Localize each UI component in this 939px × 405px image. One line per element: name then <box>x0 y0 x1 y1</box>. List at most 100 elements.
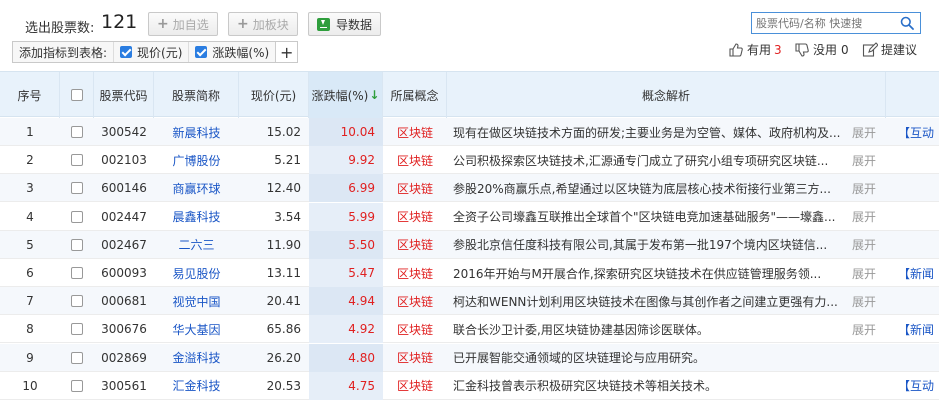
row-concept-link[interactable]: 区块链 <box>383 315 447 343</box>
table-row[interactable]: 5 002467 二六三 11.90 5.50 区块链 参股北京信任度科技有限公… <box>0 230 939 259</box>
row-select[interactable] <box>60 315 94 343</box>
row-concept-link[interactable]: 区块链 <box>383 259 447 287</box>
header-select-all[interactable] <box>60 72 94 118</box>
row-concept-link[interactable]: 区块链 <box>383 203 447 231</box>
search-icon[interactable] <box>900 16 914 30</box>
indicator-change-toggle[interactable]: 涨跌幅(%) <box>188 42 275 62</box>
row-source-tag[interactable]: 【新闻 <box>898 259 939 287</box>
header-seq[interactable]: 序号 <box>0 72 60 118</box>
row-checkbox[interactable] <box>71 210 83 223</box>
row-select[interactable] <box>60 203 94 231</box>
row-name-link[interactable]: 视觉中国 <box>154 287 239 315</box>
row-checkbox[interactable] <box>71 295 83 308</box>
table-row[interactable]: 10 300561 汇金科技 20.53 4.75 区块链 汇金科技曾表示积极研… <box>0 371 939 400</box>
result-count-value: 121 <box>101 11 138 33</box>
header-code[interactable]: 股票代码 <box>94 72 154 118</box>
row-expand-link[interactable]: 展开 <box>852 231 886 259</box>
row-source-tag[interactable]: 【互动 <box>898 372 939 400</box>
row-source-tag[interactable] <box>898 287 939 315</box>
row-checkbox[interactable] <box>71 154 83 167</box>
row-source-tag[interactable]: 【互动 <box>898 118 939 146</box>
table-row[interactable]: 8 300676 华大基因 65.86 4.92 区块链 联合长沙卫计委,用区块… <box>0 315 939 344</box>
row-concept-link[interactable]: 区块链 <box>383 146 447 174</box>
row-expand-link[interactable]: 展开 <box>852 118 886 146</box>
row-source-tag[interactable] <box>898 174 939 202</box>
row-name-link[interactable]: 新晨科技 <box>154 118 239 146</box>
add-sector-button[interactable]: + 加板块 <box>228 12 298 36</box>
row-select[interactable] <box>60 372 94 400</box>
row-expand-link[interactable]: 展开 <box>852 174 886 202</box>
row-expand-link[interactable] <box>852 372 886 400</box>
row-concept-link[interactable]: 区块链 <box>383 174 447 202</box>
row-source-tag[interactable] <box>898 146 939 174</box>
row-checkbox[interactable] <box>71 238 83 251</box>
row-name-link[interactable]: 易见股份 <box>154 259 239 287</box>
row-source-tag[interactable]: 【新闻 <box>898 315 939 343</box>
row-checkbox[interactable] <box>71 379 83 392</box>
useful-button[interactable]: 有用 3 <box>728 41 782 58</box>
row-select[interactable] <box>60 259 94 287</box>
table-row[interactable]: 7 000681 视觉中国 20.41 4.94 区块链 柯达和WENN计划利用… <box>0 287 939 316</box>
header-price[interactable]: 现价(元) <box>239 72 309 118</box>
row-name-link[interactable]: 二六三 <box>154 231 239 259</box>
table-row[interactable]: 3 600146 商赢环球 12.40 6.99 区块链 参股20%商赢乐点,希… <box>0 174 939 203</box>
row-select[interactable] <box>60 174 94 202</box>
row-price: 12.40 <box>266 181 301 196</box>
row-select[interactable] <box>60 287 94 315</box>
row-concept-link[interactable]: 区块链 <box>383 231 447 259</box>
row-checkbox[interactable] <box>71 267 83 279</box>
row-concept-link[interactable]: 区块链 <box>383 344 447 372</box>
table-row[interactable]: 6 600093 易见股份 13.11 5.47 区块链 2016年开始与M开展… <box>0 259 939 287</box>
select-all-checkbox[interactable] <box>70 89 83 101</box>
export-data-button[interactable]: 导数据 <box>308 12 382 36</box>
row-name-link[interactable]: 汇金科技 <box>154 372 239 400</box>
table-row[interactable]: 2 002103 广博股份 5.21 9.92 区块链 公司积极探索区块链技术,… <box>0 146 939 175</box>
row-expand-link[interactable]: 展开 <box>852 203 886 231</box>
row-expand-link[interactable]: 展开 <box>852 259 886 287</box>
row-name-link[interactable]: 晨鑫科技 <box>154 203 239 231</box>
table-row[interactable]: 1 300542 新晨科技 15.02 10.04 区块链 现有在做区块链技术方… <box>0 118 939 146</box>
header-concept[interactable]: 所属概念 <box>383 72 447 118</box>
row-name-link[interactable]: 商赢环球 <box>154 174 239 202</box>
checkbox-checked-icon[interactable] <box>120 46 133 58</box>
row-source-tag[interactable] <box>898 231 939 259</box>
row-expand-link[interactable] <box>852 344 886 372</box>
row-expand-link[interactable]: 展开 <box>852 146 886 174</box>
header-change[interactable]: 涨跌幅(%) ↓ <box>309 72 383 118</box>
checkbox-checked-icon[interactable] <box>195 46 208 58</box>
header-analysis[interactable]: 概念解析 <box>447 72 886 118</box>
table-row[interactable]: 9 002869 金溢科技 26.20 4.80 区块链 已开展智能交通领域的区… <box>0 343 939 372</box>
row-checkbox[interactable] <box>71 182 83 195</box>
toolbar: 选出股票数: 121 + 加自选 + 加板块 导数据 添加指标到表格: 现价(元… <box>0 0 939 70</box>
stock-search-box[interactable] <box>751 12 921 34</box>
row-checkbox[interactable] <box>71 126 83 138</box>
row-concept-link[interactable]: 区块链 <box>383 372 447 400</box>
row-expand-link[interactable]: 展开 <box>852 315 886 343</box>
row-name-link[interactable]: 广博股份 <box>154 146 239 174</box>
row-name-link[interactable]: 华大基因 <box>154 315 239 343</box>
row-price: 65.86 <box>266 322 301 337</box>
stock-search-input[interactable] <box>756 15 896 31</box>
row-analysis: 全资子公司壕鑫互联推出全球首个"区块链电竞加速基础服务"——壕鑫... <box>453 210 836 225</box>
row-concept-link[interactable]: 区块链 <box>383 118 447 146</box>
row-source-tag[interactable] <box>898 344 939 372</box>
row-name-link[interactable]: 金溢科技 <box>154 344 239 372</box>
useless-button[interactable]: 没用 0 <box>794 41 849 58</box>
row-checkbox[interactable] <box>71 351 83 364</box>
header-name[interactable]: 股票简称 <box>154 72 239 118</box>
row-expand-link[interactable]: 展开 <box>852 287 886 315</box>
suggest-button[interactable]: 提建议 <box>862 41 917 58</box>
add-indicator-button[interactable]: + <box>275 42 298 62</box>
add-watchlist-button[interactable]: + 加自选 <box>148 12 218 36</box>
row-price: 13.11 <box>266 266 301 280</box>
row-select[interactable] <box>60 146 94 174</box>
row-source-tag[interactable] <box>898 203 939 231</box>
indicator-price-toggle[interactable]: 现价(元) <box>113 42 188 62</box>
row-code: 002447 <box>101 209 147 224</box>
row-select[interactable] <box>60 118 94 146</box>
row-select[interactable] <box>60 231 94 259</box>
table-row[interactable]: 4 002447 晨鑫科技 3.54 5.99 区块链 全资子公司壕鑫互联推出全… <box>0 202 939 231</box>
row-concept-link[interactable]: 区块链 <box>383 287 447 315</box>
row-checkbox[interactable] <box>71 323 83 336</box>
row-select[interactable] <box>60 344 94 372</box>
